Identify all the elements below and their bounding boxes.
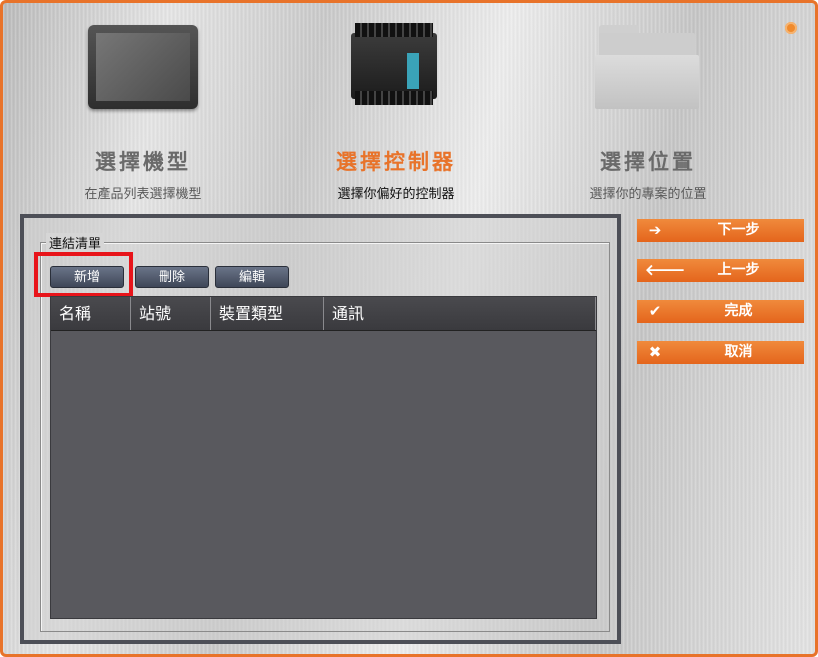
close-icon: ✖ [648,343,662,361]
link-list-panel: 連結清單 新增 刪除 編輯 名稱 站號 裝置類型 通訊 [20,214,621,644]
prev-button[interactable]: 🡐 上一步 [637,259,804,282]
cancel-button-label: 取消 [724,344,753,360]
add-button-highlight [34,252,133,297]
step-title-location: 選擇位置 [600,149,696,174]
wizard-window: 選擇機型 在產品列表選擇機型 選擇控制器 選擇你偏好的控制器 選擇位置 選擇你的… [0,0,818,657]
column-header-station[interactable]: 站號 [131,297,211,330]
finish-button[interactable]: ✔ 完成 [637,300,804,323]
step-subtitle-location: 選擇你的專案的位置 [589,187,707,202]
next-button-label: 下一步 [717,222,760,238]
delete-button[interactable]: 刪除 [135,266,209,288]
arrow-left-icon: 🡐 [645,261,686,279]
prev-button-label: 上一步 [717,262,760,278]
step-title-controller: 選擇控制器 [336,149,456,174]
step-subtitle-model: 在產品列表選擇機型 [84,187,202,202]
step-subtitle-controller: 選擇你偏好的控制器 [337,187,455,202]
column-header-communication[interactable]: 通訊 [324,297,596,330]
monitor-icon[interactable] [88,25,198,109]
plc-controller-icon[interactable] [351,23,437,105]
finish-button-label: 完成 [724,303,753,319]
next-button[interactable]: ➔ 下一步 [637,219,804,242]
step-title-model: 選擇機型 [95,149,191,174]
arrow-right-icon: ➔ [648,221,662,239]
table-header: 名稱 站號 裝置類型 通訊 [51,297,596,331]
status-dot-icon [785,22,797,34]
edit-button[interactable]: 編輯 [215,266,289,288]
checkmark-icon: ✔ [648,302,662,320]
cancel-button[interactable]: ✖ 取消 [637,341,804,364]
column-header-name[interactable]: 名稱 [51,297,131,330]
column-header-device-type[interactable]: 裝置類型 [211,297,324,330]
link-list-label: 連結清單 [46,233,105,252]
folder-icon[interactable] [595,25,699,109]
link-table[interactable]: 名稱 站號 裝置類型 通訊 [50,296,597,619]
